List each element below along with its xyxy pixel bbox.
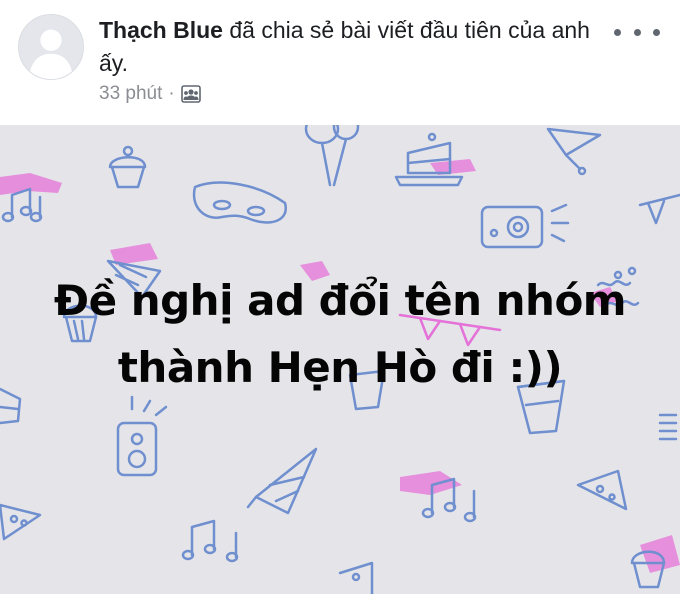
pizza-icon xyxy=(576,469,628,511)
cake-icon xyxy=(394,132,464,187)
post-header: Thạch Blue đã chia sẻ bài viết đầu tiên … xyxy=(0,0,680,125)
meta-separator: · xyxy=(168,83,175,104)
mask-icon xyxy=(192,181,287,224)
banner-message: Đề nghị ad đổi tên nhóm thành Hẹn Hò đi … xyxy=(53,276,627,392)
post-banner[interactable]: Đề nghị ad đổi tên nhóm thành Hẹn Hò đi … xyxy=(0,125,680,594)
post-timestamp[interactable]: 33 phút xyxy=(99,83,162,105)
stripes-decoration xyxy=(658,413,678,441)
post-headline: Thạch Blue đã chia sẻ bài viết đầu tiên … xyxy=(99,14,614,80)
balloons-icon xyxy=(304,125,360,187)
pizza-icon xyxy=(338,561,374,594)
pizza-icon xyxy=(0,503,42,541)
party-hat-icon xyxy=(546,127,602,176)
author-name[interactable]: Thạch Blue xyxy=(99,17,223,43)
author-avatar[interactable] xyxy=(18,14,84,80)
more-options-icon[interactable] xyxy=(614,20,660,44)
group-audience-icon[interactable] xyxy=(180,85,201,103)
speaker-icon xyxy=(116,395,168,477)
more-dot xyxy=(614,28,621,36)
more-dot xyxy=(653,28,660,36)
music-notes-icon xyxy=(1,187,43,223)
cupcake-icon xyxy=(108,145,147,189)
music-notes-icon xyxy=(181,519,239,563)
camera-icon xyxy=(480,203,570,249)
more-dot xyxy=(633,28,641,36)
cake-icon xyxy=(0,387,22,425)
default-avatar-icon xyxy=(19,15,83,79)
post-meta: 33 phút · xyxy=(99,82,201,106)
bunting-icon xyxy=(638,193,680,225)
feed-post: Thạch Blue đã chia sẻ bài viết đầu tiên … xyxy=(0,0,680,594)
party-hat-icon xyxy=(246,447,318,515)
